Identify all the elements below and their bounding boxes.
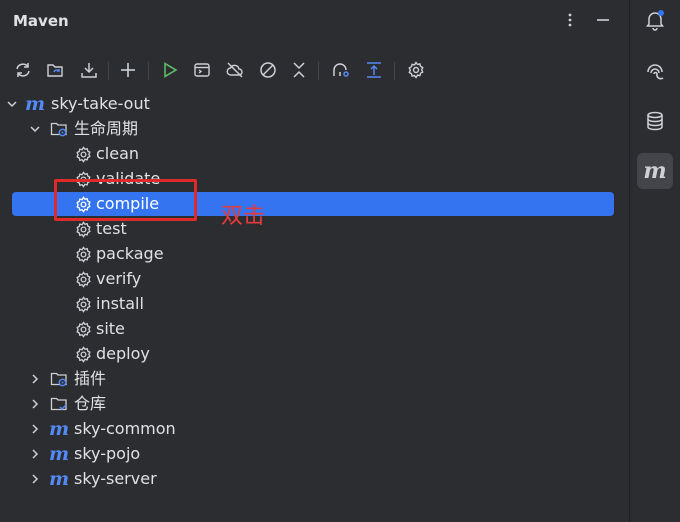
chevron-right-icon[interactable] — [28, 422, 42, 436]
database-icon[interactable] — [637, 103, 673, 139]
maven-tool-window: Maven m sky-take-out 生命周期 clean validate… — [0, 0, 629, 522]
maven-module-icon: m — [48, 468, 70, 490]
offline-icon[interactable] — [221, 56, 249, 84]
tree-item-label: 插件 — [74, 369, 107, 388]
chevron-right-icon[interactable] — [28, 472, 42, 486]
run-icon[interactable] — [156, 56, 184, 84]
settings-icon[interactable] — [402, 56, 430, 84]
maven-module-icon: m — [48, 443, 70, 465]
maven-module-icon: m — [24, 93, 46, 115]
goal-label: package — [96, 244, 164, 263]
skip-tests-icon[interactable] — [254, 56, 282, 84]
tree-item-plugins[interactable]: 插件 — [12, 367, 614, 391]
tree-item-label: sky-pojo — [74, 444, 141, 463]
gear-icon — [74, 245, 92, 263]
maven-icon[interactable]: m — [637, 153, 673, 189]
tree-item-label: 生命周期 — [74, 119, 139, 138]
execute-goal-icon[interactable] — [188, 56, 216, 84]
chevron-down-icon[interactable] — [5, 97, 19, 111]
plugins-folder-icon — [50, 370, 68, 388]
chevron-right-icon[interactable] — [28, 397, 42, 411]
add-icon[interactable] — [114, 56, 142, 84]
goal-verify[interactable]: verify — [12, 267, 614, 291]
maven-toolbar — [0, 52, 629, 88]
goal-package[interactable]: package — [12, 242, 614, 266]
gear-icon — [74, 295, 92, 313]
goal-label: site — [96, 319, 125, 338]
tree-item-label: sky-common — [74, 419, 176, 438]
ai-assistant-icon[interactable] — [637, 53, 673, 89]
tree-item-label: 仓库 — [74, 394, 107, 413]
goal-clean[interactable]: clean — [12, 142, 614, 166]
tree-item-lifecycle[interactable]: 生命周期 — [12, 117, 614, 141]
tree-item-module[interactable]: m sky-common — [12, 417, 614, 441]
gear-icon — [74, 345, 92, 363]
panel-title: Maven — [13, 12, 69, 30]
reload-all-icon[interactable] — [9, 56, 37, 84]
show-dependencies-icon[interactable] — [326, 56, 354, 84]
gear-icon — [74, 220, 92, 238]
maven-module-icon: m — [48, 418, 70, 440]
chevron-down-icon[interactable] — [28, 122, 42, 136]
goal-label: clean — [96, 144, 140, 163]
expand-all-icon[interactable] — [360, 56, 388, 84]
chevron-right-icon[interactable] — [28, 372, 42, 386]
tree-item-label: sky-server — [74, 469, 157, 488]
gear-icon — [74, 145, 92, 163]
lifecycle-folder-icon — [50, 120, 68, 138]
goal-deploy[interactable]: deploy — [12, 342, 614, 366]
goal-label: install — [96, 294, 144, 313]
gear-icon — [74, 320, 92, 338]
chevron-right-icon[interactable] — [28, 447, 42, 461]
more-options-icon[interactable] — [558, 8, 582, 32]
collapse-icon[interactable] — [285, 56, 313, 84]
gear-icon — [74, 270, 92, 288]
tree-item-repositories[interactable]: 仓库 — [12, 392, 614, 416]
maven-glyph: m — [643, 158, 667, 184]
tree-item-root[interactable]: m sky-take-out — [7, 92, 614, 116]
reimport-icon[interactable] — [41, 56, 69, 84]
notifications-icon[interactable] — [637, 2, 673, 38]
annotation-label: 双击 — [221, 204, 266, 229]
goal-label: verify — [96, 269, 142, 288]
tree-item-module[interactable]: m sky-server — [12, 467, 614, 491]
goal-install[interactable]: install — [12, 292, 614, 316]
tree-item-label: sky-take-out — [51, 94, 150, 113]
tree-item-module[interactable]: m sky-pojo — [12, 442, 614, 466]
right-tool-strip: m — [629, 0, 680, 522]
repository-folder-icon — [50, 395, 68, 413]
annotation-highlight-box — [54, 179, 197, 221]
download-icon[interactable] — [75, 56, 103, 84]
goal-site[interactable]: site — [12, 317, 614, 341]
goal-label: deploy — [96, 344, 150, 363]
minimize-icon[interactable] — [591, 8, 615, 32]
